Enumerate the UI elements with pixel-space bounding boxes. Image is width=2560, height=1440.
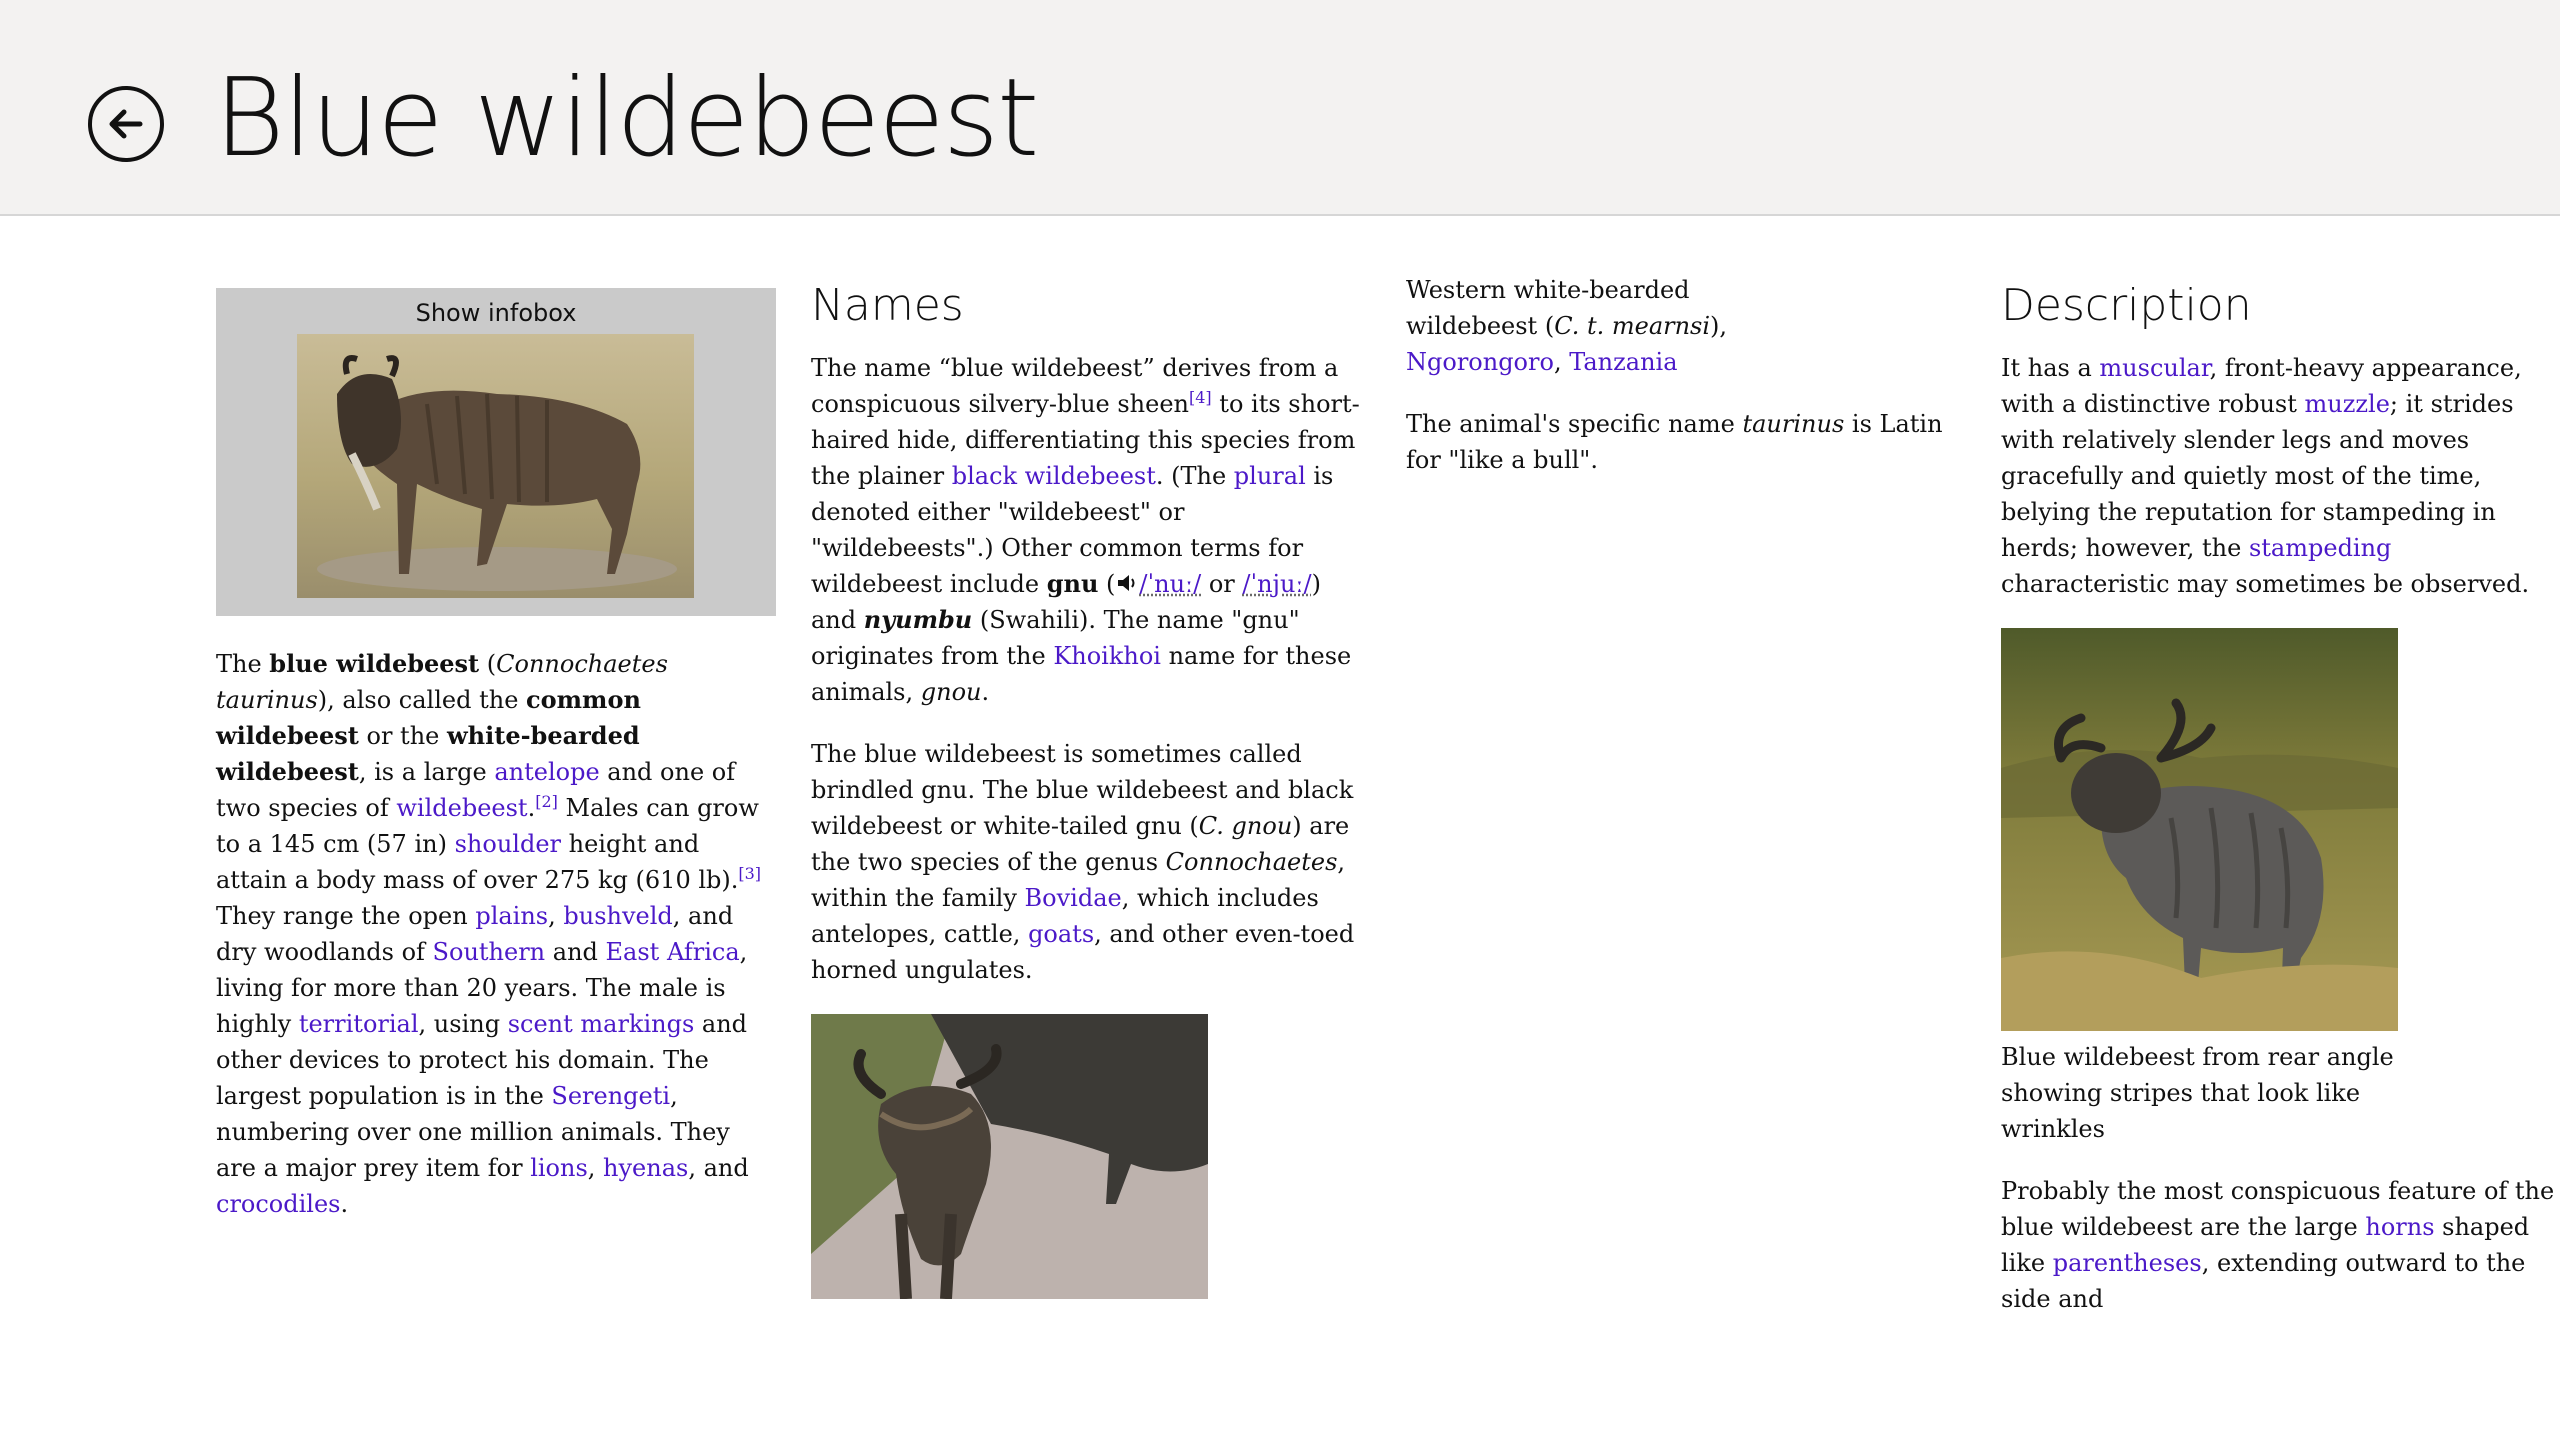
link-plains[interactable]: plains [475, 902, 548, 930]
image-caption: Blue wildebeest from rear angle showing … [2001, 1043, 2394, 1143]
speaker-icon[interactable] [1115, 571, 1139, 595]
link-horns[interactable]: horns [2365, 1213, 2434, 1241]
link-bovidae[interactable]: Bovidae [1025, 884, 1122, 912]
link-black-wildebeest[interactable]: black wildebeest [952, 462, 1156, 490]
article-column-3: Western white-bearded wildebeest (C. t. … [1406, 272, 1966, 504]
link-plural[interactable]: plural [1234, 462, 1306, 490]
subspecies-entry: Western white-bearded wildebeest (C. t. … [1406, 276, 1728, 376]
link-goats[interactable]: goats [1028, 920, 1094, 948]
link-tanzania[interactable]: Tanzania [1569, 348, 1677, 376]
article-column-2: Names The name “blue wildebeest” derives… [811, 272, 1371, 1307]
intro-paragraph: The blue wildebeest (Connochaetes taurin… [216, 649, 762, 1218]
names-paragraph-1: The name “blue wildebeest” derives from … [811, 354, 1360, 706]
section-heading-description: Description [2001, 280, 2252, 331]
link-wildebeest[interactable]: wildebeest [396, 794, 527, 822]
link-lions[interactable]: lions [530, 1154, 588, 1182]
description-paragraph-1: It has a muscular, front-heavy appearanc… [2001, 354, 2530, 598]
link-ipa-nju[interactable]: /ˈnjuː/ [1242, 570, 1311, 598]
arrow-left-icon [109, 109, 143, 139]
link-ipa-nu[interactable]: /ˈnuː/ [1139, 570, 1201, 598]
names-paragraph-2: The blue wildebeest is sometimes called … [811, 740, 1355, 984]
app-header: Blue wildebeest [0, 0, 2560, 216]
link-khoikhoi[interactable]: Khoikhoi [1053, 642, 1161, 670]
infobox-label: Show infobox [415, 299, 577, 327]
link-east-africa[interactable]: East Africa [606, 938, 740, 966]
link-muscular[interactable]: muscular [2099, 354, 2209, 382]
link-scent-markings[interactable]: scent markings [508, 1010, 695, 1038]
etymology-paragraph: The animal's specific name taurinus is L… [1406, 410, 1943, 474]
link-bushveld[interactable]: bushveld [563, 902, 672, 930]
section-heading-names: Names [811, 280, 964, 331]
ref-2[interactable]: [2] [535, 792, 558, 811]
link-serengeti[interactable]: Serengeti [551, 1082, 670, 1110]
article-column-1: Show infobox The blue wildebeest (Connoc… [216, 272, 776, 1248]
ref-3[interactable]: [3] [738, 864, 761, 883]
article-column-4: Description It has a muscular, front-hea… [2001, 272, 2560, 1343]
description-paragraph-2: Probably the most conspicuous feature of… [2001, 1177, 2555, 1313]
wildebeest-rear-photo[interactable] [2001, 628, 2398, 1031]
link-southern[interactable]: Southern [433, 938, 546, 966]
infobox-toggle[interactable]: Show infobox [216, 288, 776, 616]
link-stampeding[interactable]: stampeding [2249, 534, 2391, 562]
ref-4[interactable]: [4] [1189, 388, 1212, 407]
link-antelope[interactable]: antelope [494, 758, 599, 786]
page-title: Blue wildebeest [214, 56, 1039, 181]
link-crocodiles[interactable]: crocodiles [216, 1190, 341, 1218]
link-hyenas[interactable]: hyenas [603, 1154, 688, 1182]
link-shoulder[interactable]: shoulder [455, 830, 561, 858]
link-parentheses[interactable]: parentheses [2053, 1249, 2202, 1277]
link-territorial[interactable]: territorial [299, 1010, 419, 1038]
link-muzzle[interactable]: muzzle [2305, 390, 2390, 418]
back-button[interactable] [88, 86, 164, 162]
wildebeest-road-photo[interactable] [811, 1014, 1208, 1299]
wildebeest-side-photo [297, 334, 694, 598]
link-ngorongoro[interactable]: Ngorongoro [1406, 348, 1554, 376]
